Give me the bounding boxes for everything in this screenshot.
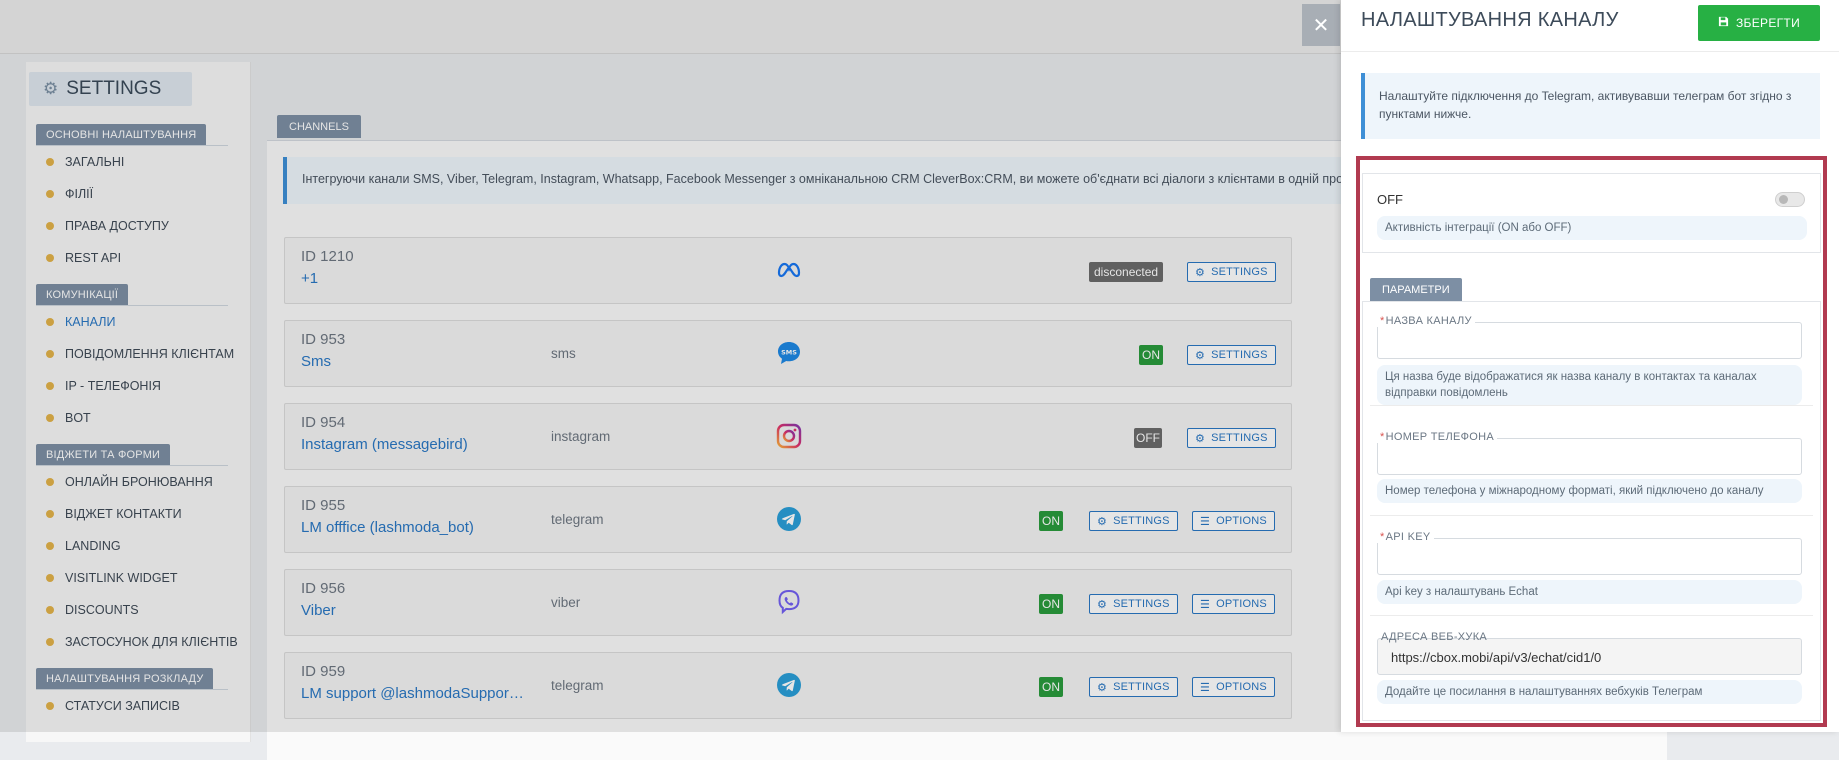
drawer-info: Налаштуйте підключення до Telegram, акти… [1361,73,1820,139]
highlight-frame [1356,156,1827,727]
close-icon[interactable]: ✕ [1302,4,1340,46]
drawer-header: НАЛАШТУВАННЯ КАНАЛУ ЗБЕРЕГТИ [1341,0,1839,52]
save-icon [1718,16,1729,30]
channel-settings-drawer: НАЛАШТУВАННЯ КАНАЛУ ЗБЕРЕГТИ Налаштуйте … [1341,0,1839,732]
save-button[interactable]: ЗБЕРЕГТИ [1698,5,1820,41]
drawer-title: НАЛАШТУВАННЯ КАНАЛУ [1361,9,1619,31]
modal-overlay[interactable] [0,0,1341,732]
